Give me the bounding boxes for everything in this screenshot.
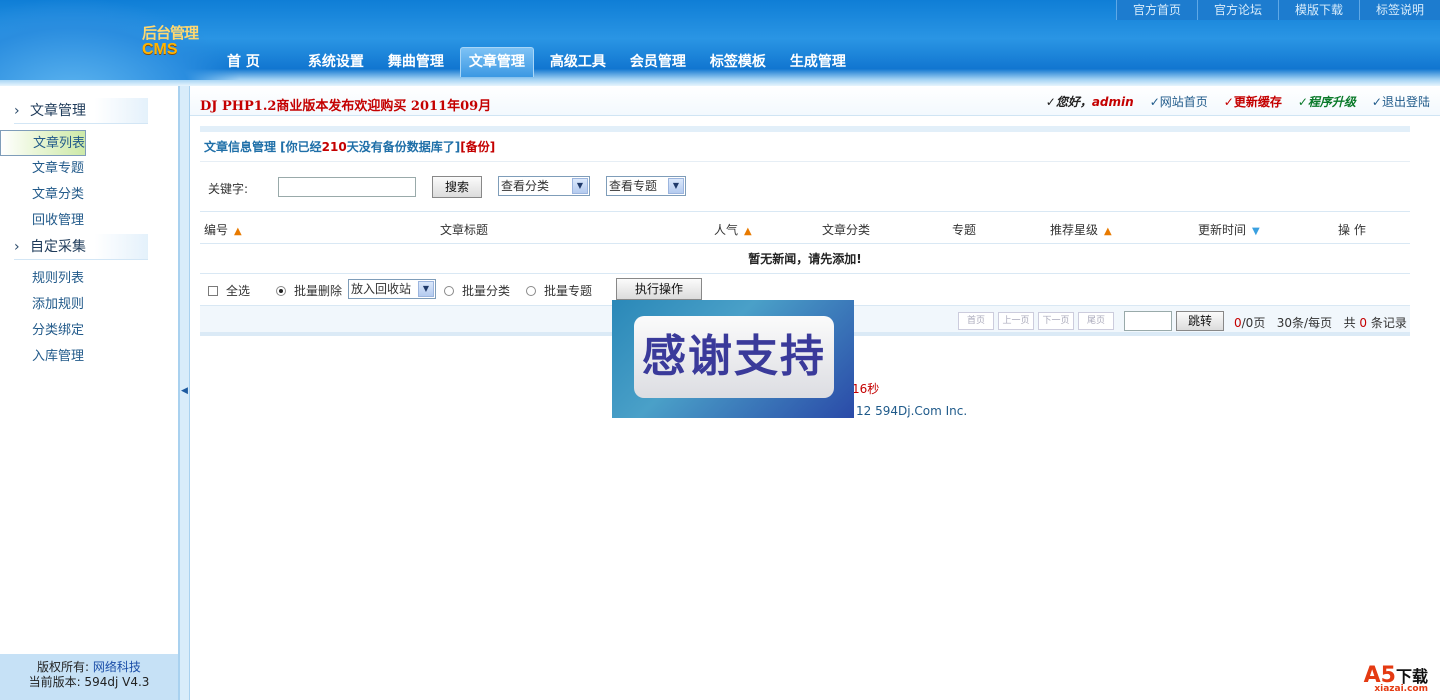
- col-updated[interactable]: 更新时间 ▼: [1198, 221, 1260, 238]
- logo-line1: 后台管理: [142, 24, 199, 42]
- nav-articles[interactable]: 文章管理: [459, 47, 534, 77]
- page-jump-input[interactable]: [1124, 311, 1172, 331]
- thanks-popup: 感谢支持: [612, 300, 854, 418]
- sort-up-icon: ▲: [1104, 226, 1112, 237]
- top-link-tag-help[interactable]: 标签说明: [1358, 0, 1440, 20]
- page-info: 0/0页 30条/每页 共 0 条记录: [1234, 316, 1407, 330]
- top-links: 官方首页 官方论坛 模版下载 标签说明: [1115, 0, 1440, 20]
- category-select[interactable]: 查看分类 ▼: [498, 176, 590, 196]
- select-all-checkbox[interactable]: 全选: [208, 282, 250, 299]
- nav-system-settings[interactable]: 系统设置: [300, 47, 372, 77]
- sidebar-section-articles[interactable]: › 文章管理: [14, 98, 148, 124]
- chevron-right-icon: ›: [14, 239, 20, 255]
- search-button[interactable]: 搜索: [432, 176, 482, 198]
- a5-watermark: A5下载 xiazai.com: [1363, 663, 1428, 694]
- collapse-arrow-icon: ◀: [181, 386, 188, 396]
- panel-title: 文章信息管理 [你已经210天没有备份数据库了][备份]: [200, 132, 1410, 162]
- chevron-down-icon: ▼: [572, 178, 588, 194]
- sidebar-item-article-topics[interactable]: 文章专题: [0, 156, 178, 182]
- sidebar-collapse-handle[interactable]: ◀: [180, 86, 190, 700]
- batch-category-radio[interactable]: 批量分类: [444, 282, 510, 299]
- header-decoration: [0, 0, 240, 80]
- col-rating[interactable]: 推荐星级 ▲: [1050, 221, 1112, 238]
- sidebar-item-article-list[interactable]: 文章列表: [0, 130, 87, 156]
- nav-generate[interactable]: 生成管理: [782, 47, 854, 77]
- top-link-official-home[interactable]: 官方首页: [1115, 0, 1197, 20]
- sidebar-item-category-binding[interactable]: 分类绑定: [0, 318, 178, 344]
- col-category: 文章分类: [822, 223, 871, 237]
- logo: 后台管理 CMS: [142, 22, 202, 64]
- logo-line2: CMS: [142, 41, 178, 58]
- copyright-owner-link[interactable]: 网络科技: [93, 660, 141, 674]
- upgrade-link[interactable]: ✓程序升级: [1298, 93, 1356, 110]
- nav-home[interactable]: 首 页: [215, 47, 272, 77]
- chevron-down-icon: ▼: [418, 281, 434, 297]
- logout-link[interactable]: ✓退出登陆: [1372, 93, 1430, 110]
- nav-tag-templates[interactable]: 标签模板: [702, 47, 774, 77]
- sidebar-item-add-rule[interactable]: 添加规则: [0, 292, 178, 318]
- site-home-link[interactable]: ✓网站首页: [1150, 93, 1208, 110]
- header: 后台管理 CMS 官方首页 官方论坛 模版下载 标签说明 首 页 系统设置 舞曲…: [0, 0, 1440, 86]
- sort-up-icon: ▲: [234, 226, 242, 237]
- greeting: ✓您好，admin: [1045, 95, 1134, 109]
- sidebar-item-rule-list[interactable]: 规则列表: [0, 266, 178, 292]
- sidebar-section-collect[interactable]: › 自定采集: [14, 234, 148, 260]
- last-page-button[interactable]: 尾页: [1078, 312, 1114, 330]
- first-page-button[interactable]: 首页: [958, 312, 994, 330]
- col-id[interactable]: 编号 ▲: [204, 221, 242, 238]
- sidebar-section-label: 自定采集: [30, 239, 86, 255]
- batch-topic-radio[interactable]: 批量专题: [526, 282, 592, 299]
- sidebar: › 文章管理 文章列表 添加文章 文章专题 文章分类 回收管理 › 自定采集 规…: [0, 86, 180, 700]
- sort-up-icon: ▲: [744, 226, 752, 237]
- version-text: 当前版本: 594dj V4.3: [28, 675, 150, 689]
- sidebar-item-recycle[interactable]: 回收管理: [0, 208, 178, 234]
- refresh-cache-link[interactable]: ✓更新缓存: [1224, 93, 1282, 110]
- copyright-label: 版权所有:: [37, 660, 90, 674]
- chevron-right-icon: ›: [14, 103, 20, 119]
- search-bar: 关键字: 搜索 查看分类 ▼ 查看专题 ▼: [200, 162, 1410, 212]
- keyword-label: 关键字:: [208, 182, 249, 196]
- execute-button[interactable]: 执行操作: [616, 278, 702, 300]
- info-bar: DJ PHP1.2商业版本发布欢迎购买 2011年09月 ✓您好，admin ✓…: [190, 86, 1440, 116]
- backup-days: 210: [321, 140, 347, 154]
- top-link-template-download[interactable]: 模版下载: [1277, 0, 1359, 20]
- top-link-forum[interactable]: 官方论坛: [1196, 0, 1278, 20]
- col-topic: 专题: [952, 223, 977, 237]
- empty-message: 暂无新闻，请先添加!: [200, 244, 1410, 274]
- col-title: 文章标题: [440, 223, 489, 237]
- user-links: ✓您好，admin ✓网站首页 ✓更新缓存 ✓程序升级 ✓退出登陆: [1046, 93, 1430, 110]
- topic-select[interactable]: 查看专题 ▼: [606, 176, 686, 196]
- batch-delete-radio[interactable]: 批量删除: [276, 282, 342, 299]
- table-header: 编号 ▲ 文章标题 人气 ▲ 文章分类 专题 推荐星级 ▲ 更新时间 ▼ 操 作: [200, 212, 1410, 244]
- delete-mode-select[interactable]: 放入回收站 ▼: [348, 279, 436, 299]
- sidebar-copyright: 版权所有: 网络科技 当前版本: 594dj V4.3: [0, 654, 178, 700]
- sidebar-item-import[interactable]: 入库管理: [0, 344, 178, 370]
- chevron-down-icon: ▼: [668, 178, 684, 194]
- sidebar-section-label: 文章管理: [30, 103, 86, 119]
- nav-dance-music[interactable]: 舞曲管理: [380, 47, 452, 77]
- sort-down-icon: ▼: [1252, 226, 1260, 237]
- thanks-text: 感谢支持: [634, 316, 834, 398]
- username: admin: [1091, 95, 1134, 109]
- keyword-input[interactable]: [278, 177, 416, 197]
- sidebar-item-article-categories[interactable]: 文章分类: [0, 182, 178, 208]
- col-actions: 操 作: [1338, 223, 1366, 237]
- col-popularity[interactable]: 人气 ▲: [714, 221, 752, 238]
- jump-button[interactable]: 跳转: [1176, 311, 1224, 331]
- next-page-button[interactable]: 下一页: [1038, 312, 1074, 330]
- main-nav: 首 页 系统设置 舞曲管理 文章管理 高级工具 会员管理 标签模板 生成管理: [215, 47, 862, 77]
- announcement: DJ PHP1.2商业版本发布欢迎购买 2011年09月: [200, 99, 492, 114]
- backup-link[interactable]: [备份]: [460, 140, 495, 154]
- nav-advanced-tools[interactable]: 高级工具: [542, 47, 614, 77]
- nav-members[interactable]: 会员管理: [622, 47, 694, 77]
- prev-page-button[interactable]: 上一页: [998, 312, 1034, 330]
